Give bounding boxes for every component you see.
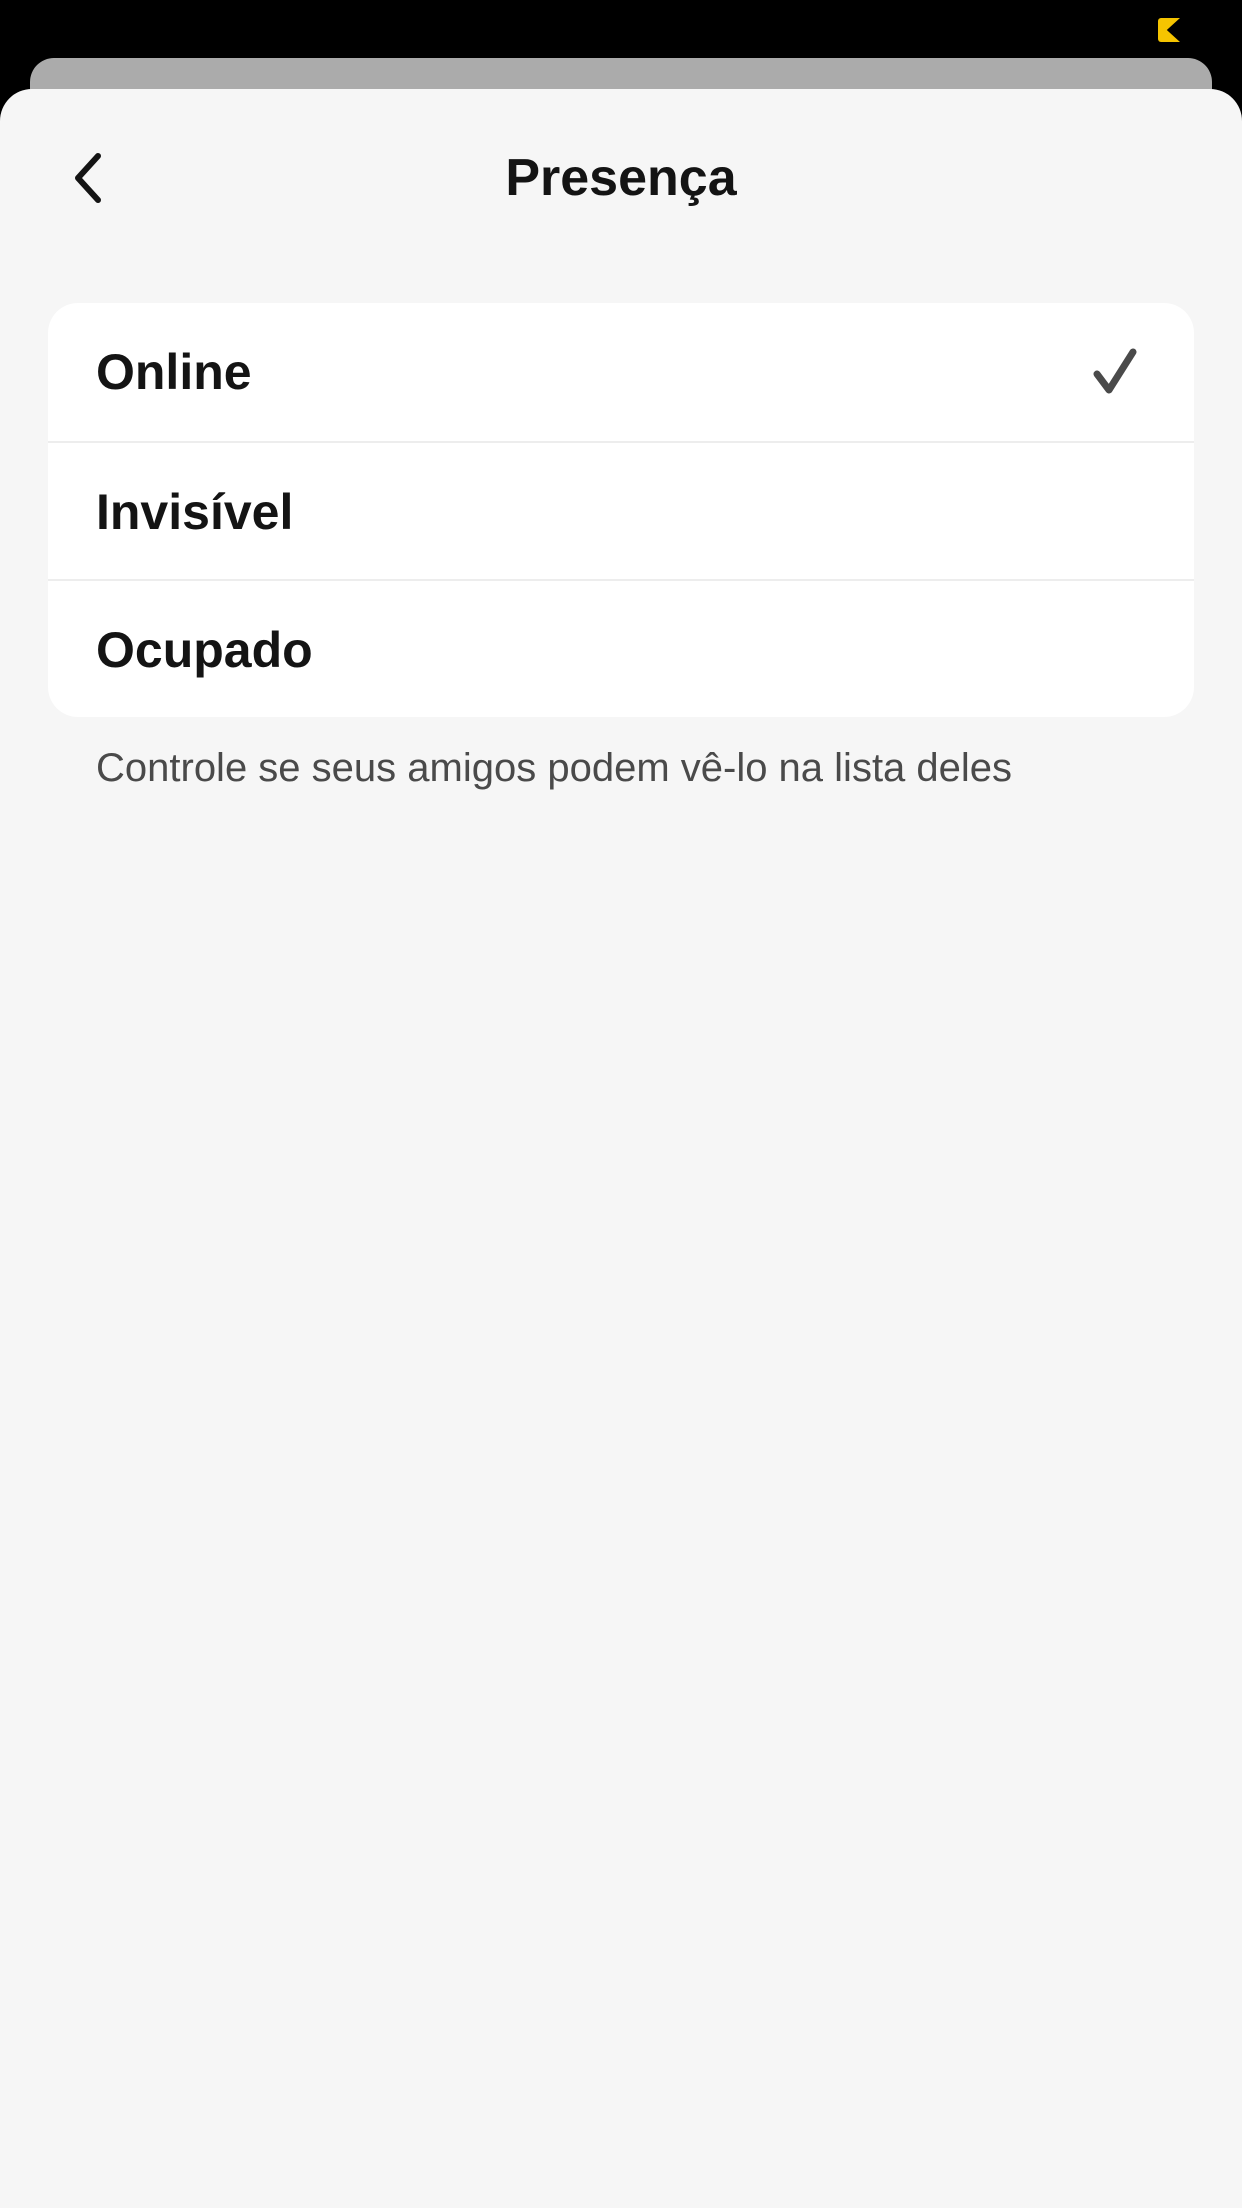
option-label: Ocupado	[96, 622, 313, 678]
presence-option-invisible[interactable]: Invisível	[48, 441, 1194, 579]
page-title: Presença	[505, 149, 737, 207]
status-bar	[0, 0, 1242, 58]
option-label: Online	[96, 344, 252, 400]
option-label: Invisível	[96, 484, 294, 540]
presence-options-list: Online Invisível Ocupado	[48, 303, 1194, 717]
presence-sheet: Presença Online Invisível Ocupado Contro…	[0, 89, 1242, 2208]
check-icon	[1093, 348, 1137, 394]
status-indicator-icon	[1158, 18, 1180, 42]
presence-option-busy[interactable]: Ocupado	[48, 579, 1194, 717]
header: Presença	[0, 89, 1242, 269]
presence-helper-text: Controle se seus amigos podem vê-lo na l…	[96, 746, 1013, 790]
presence-option-online[interactable]: Online	[48, 303, 1194, 441]
